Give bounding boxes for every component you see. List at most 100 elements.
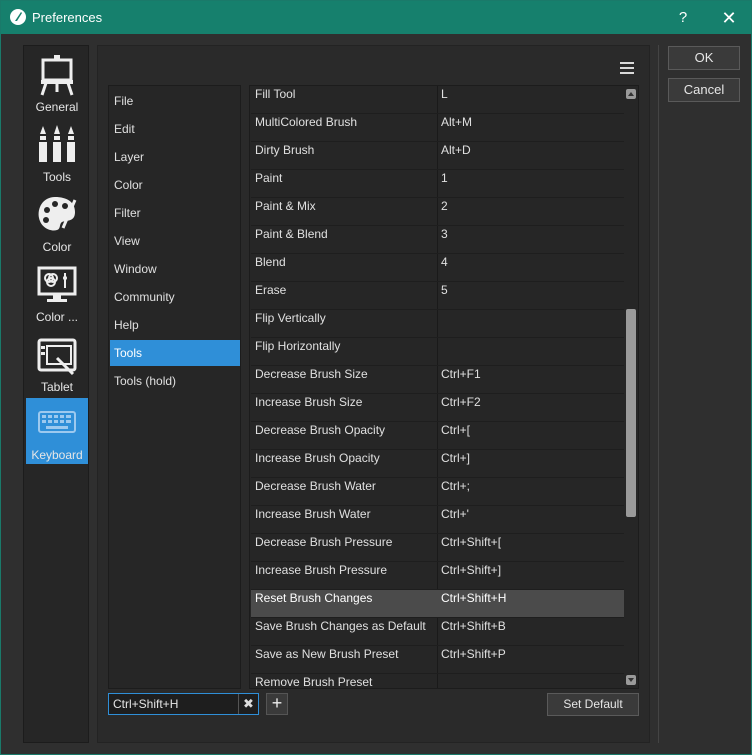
help-button[interactable]: ?: [671, 7, 695, 29]
category-tablet[interactable]: Tablet: [26, 330, 88, 396]
title-bar: Preferences ? ✕: [1, 1, 751, 34]
category-general[interactable]: General: [26, 50, 88, 116]
table-row[interactable]: Blend 4: [251, 254, 624, 282]
key-binding: Ctrl+F2: [441, 395, 481, 409]
section-item-community[interactable]: Community: [110, 284, 240, 310]
table-row[interactable]: Remove Brush Preset: [251, 674, 624, 689]
action-name: Increase Brush Opacity: [255, 451, 380, 465]
action-name: Decrease Brush Opacity: [255, 423, 386, 437]
shortcut-input[interactable]: Ctrl+Shift+H: [108, 693, 259, 715]
table-row[interactable]: Increase Brush Water Ctrl+': [251, 506, 624, 534]
table-row[interactable]: Increase Brush Pressure Ctrl+Shift+]: [251, 562, 624, 590]
table-row[interactable]: Paint 1: [251, 170, 624, 198]
key-binding: 5: [441, 283, 448, 297]
table-row[interactable]: Reset Brush Changes Ctrl+Shift+H: [251, 590, 624, 618]
action-name: Increase Brush Water: [255, 507, 371, 521]
table-row[interactable]: Decrease Brush Water Ctrl+;: [251, 478, 624, 506]
table-row[interactable]: Fill Tool L: [251, 86, 624, 114]
close-button[interactable]: ✕: [717, 7, 741, 29]
table-row[interactable]: Increase Brush Opacity Ctrl+]: [251, 450, 624, 478]
section-item-edit[interactable]: Edit: [110, 116, 240, 142]
action-name: MultiColored Brush: [255, 115, 358, 129]
app-logo-icon: [10, 9, 26, 25]
tablet-icon: [37, 338, 77, 376]
key-binding: Ctrl+Shift+P: [441, 647, 506, 661]
key-binding: Ctrl+Shift+[: [441, 535, 502, 549]
section-item-color[interactable]: Color: [110, 172, 240, 198]
key-binding: Ctrl+;: [441, 479, 471, 493]
scroll-up-icon[interactable]: [626, 89, 636, 99]
shortcut-table: Fill Tool L MultiColored Brush Alt+M Dirty B…: [249, 85, 639, 689]
vertical-scrollbar[interactable]: [625, 87, 638, 688]
category-color-management[interactable]: Color ...: [26, 260, 88, 326]
key-binding: Ctrl+Shift+B: [441, 619, 506, 633]
category-keyboard[interactable]: Keyboard: [26, 398, 88, 464]
action-name: Decrease Brush Size: [255, 367, 368, 381]
category-label: Color: [42, 240, 72, 254]
key-binding: 3: [441, 227, 448, 241]
category-label: General: [35, 100, 79, 114]
clear-shortcut-icon[interactable]: ✖: [238, 694, 258, 714]
key-binding: 4: [441, 255, 448, 269]
section-item-help[interactable]: Help: [110, 312, 240, 338]
table-row[interactable]: Decrease Brush Opacity Ctrl+[: [251, 422, 624, 450]
section-item-tools[interactable]: Tools: [110, 340, 240, 366]
table-row[interactable]: Increase Brush Size Ctrl+F2: [251, 394, 624, 422]
action-name: Increase Brush Pressure: [255, 563, 388, 577]
action-name: Paint & Blend: [255, 227, 328, 241]
table-row[interactable]: Decrease Brush Size Ctrl+F1: [251, 366, 624, 394]
add-shortcut-button[interactable]: +: [266, 693, 288, 715]
key-binding: Ctrl+]: [441, 451, 471, 465]
easel-icon: [40, 55, 74, 96]
action-name: Decrease Brush Pressure: [255, 535, 393, 549]
table-row[interactable]: Save Brush Changes as Default Ctrl+Shift+…: [251, 618, 624, 646]
action-name: Blend: [255, 255, 286, 269]
cancel-button[interactable]: Cancel: [668, 78, 740, 102]
category-tools[interactable]: Tools: [26, 120, 88, 186]
section-item-layer[interactable]: Layer: [110, 144, 240, 170]
action-name: Dirty Brush: [255, 143, 315, 157]
section-item-file[interactable]: File: [110, 88, 240, 114]
scroll-thumb[interactable]: [626, 309, 636, 517]
scroll-down-icon[interactable]: [626, 675, 636, 685]
ok-button[interactable]: OK: [668, 46, 740, 70]
action-name: Remove Brush Preset: [255, 675, 373, 689]
key-binding: 1: [441, 171, 448, 185]
action-name: Paint & Mix: [255, 199, 316, 213]
brushes-icon: [39, 125, 75, 162]
category-color[interactable]: Color: [26, 190, 88, 256]
color-monitor-icon: [37, 266, 77, 302]
key-binding: Ctrl+F1: [441, 367, 481, 381]
action-name: Paint: [255, 171, 283, 185]
key-binding: Alt+M: [441, 115, 473, 129]
set-default-button[interactable]: Set Default: [547, 693, 639, 716]
palette-icon: [38, 197, 77, 231]
table-row[interactable]: Erase 5: [251, 282, 624, 310]
table-row[interactable]: Dirty Brush Alt+D: [251, 142, 624, 170]
section-item-window[interactable]: Window: [110, 256, 240, 282]
key-binding: Ctrl+Shift+]: [441, 563, 502, 577]
table-row[interactable]: Flip Horizontally: [251, 338, 624, 366]
table-row[interactable]: Paint & Blend 3: [251, 226, 624, 254]
section-item-view[interactable]: View: [110, 228, 240, 254]
section-item-tools-hold[interactable]: Tools (hold): [110, 368, 240, 394]
section-list: File Edit Layer Color Filter View Window…: [108, 85, 241, 689]
key-binding: Ctrl+Shift+H: [441, 591, 507, 605]
table-row[interactable]: Save as New Brush Preset Ctrl+Shift+P: [251, 646, 624, 674]
table-row[interactable]: Decrease Brush Pressure Ctrl+Shift+[: [251, 534, 624, 562]
table-row[interactable]: Flip Vertically: [251, 310, 624, 338]
action-name: Save as New Brush Preset: [255, 647, 399, 661]
key-binding: Ctrl+': [441, 507, 469, 521]
action-name: Flip Horizontally: [255, 339, 341, 353]
hamburger-menu-icon[interactable]: [620, 62, 634, 74]
action-name: Reset Brush Changes: [255, 591, 373, 605]
section-item-filter[interactable]: Filter: [110, 200, 240, 226]
window-title: Preferences: [32, 10, 103, 25]
table-row[interactable]: MultiColored Brush Alt+M: [251, 114, 624, 142]
keyboard-icon: [38, 411, 76, 433]
key-binding: Ctrl+[: [441, 423, 471, 437]
action-name: Fill Tool: [255, 87, 296, 101]
table-row[interactable]: Paint & Mix 2: [251, 198, 624, 226]
action-name: Increase Brush Size: [255, 395, 363, 409]
category-label: Tools: [42, 170, 71, 184]
